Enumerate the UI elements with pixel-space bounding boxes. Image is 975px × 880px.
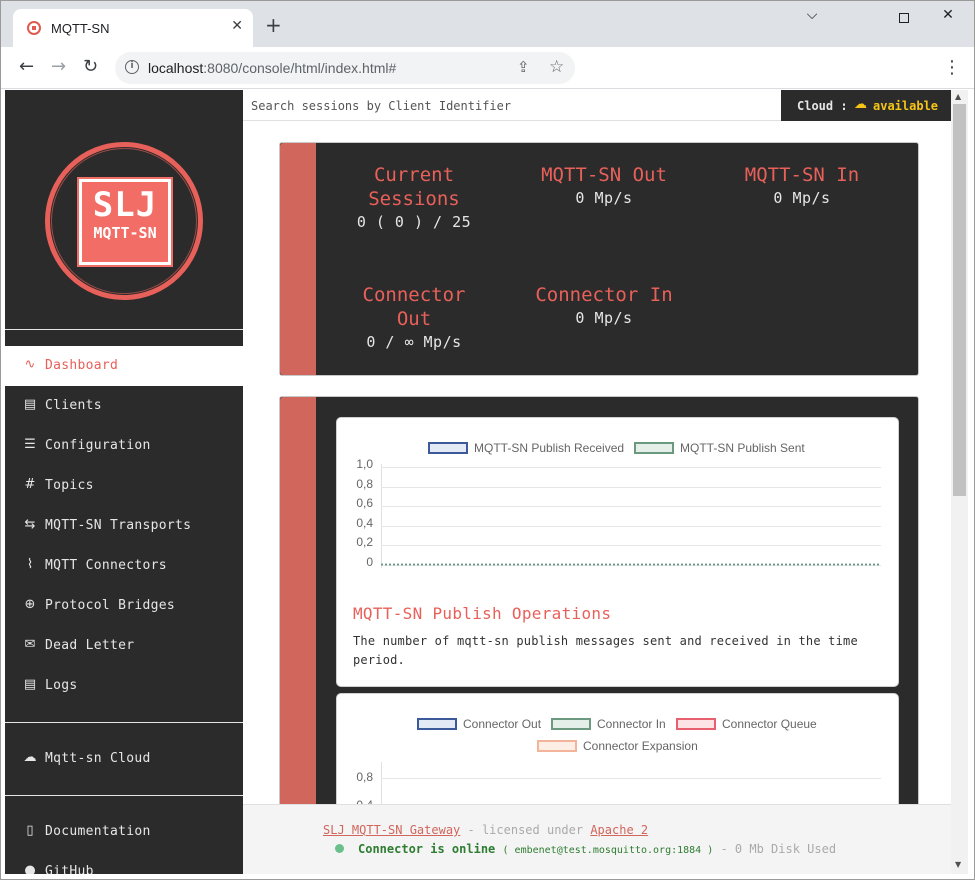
browser-window: MQTT-SN ✕ + ⌵ ✕ ← → ↻ i localhost:8080/c… <box>0 0 975 880</box>
sidebar-item-cloud[interactable]: ☁ Mqtt-sn Cloud <box>5 739 243 779</box>
share-icon[interactable]: ⇪ <box>517 58 530 76</box>
cloud-status: available <box>873 99 939 113</box>
footer-license: SLJ MQTT-SN Gateway - licensed under Apa… <box>323 823 649 837</box>
stat-connector-in: Connector In 0 Mp/s <box>535 284 673 327</box>
forward-arrow-icon[interactable]: → <box>51 57 66 77</box>
scroll-down-arrow-icon[interactable]: ▼ <box>955 860 961 869</box>
scroll-up-arrow-icon[interactable]: ▲ <box>955 92 961 101</box>
hash-icon: # <box>24 477 36 492</box>
sidebar: SLJ MQTT-SN ∿ Dashboard ▤ Clients ☰ Conf… <box>5 90 243 874</box>
broker-address: ( embenet@test.mosquitto.org:1884 ) <box>502 845 714 856</box>
bridge-icon: ⊕ <box>24 597 36 612</box>
address-bar[interactable]: i localhost:8080/console/html/index.html… <box>115 52 575 84</box>
scrollbar-thumb[interactable] <box>953 104 966 496</box>
back-arrow-icon[interactable]: ← <box>19 57 34 77</box>
sidebar-item-transports[interactable]: ⇆ MQTT-SN Transports <box>5 506 243 546</box>
sidebar-divider <box>5 722 243 723</box>
maximize-icon <box>899 13 909 23</box>
close-tab-icon[interactable]: ✕ <box>231 18 243 34</box>
y-tick-label: 0,6 <box>356 496 373 510</box>
search-bar: Cloud : ☁ available <box>243 90 955 121</box>
charts-panel: MQTT-SN Publish Received MQTT-SN Publish… <box>279 396 919 833</box>
sidebar-item-dashboard[interactable]: ∿ Dashboard <box>5 346 243 386</box>
footer-status: Connector is online ( embenet@test.mosqu… <box>335 842 836 856</box>
sidebar-divider <box>5 795 243 796</box>
legend-swatch <box>537 740 577 752</box>
panel-accent <box>280 143 316 375</box>
clients-icon: ▤ <box>23 397 37 412</box>
disk-usage: - 0 Mb Disk Used <box>713 842 837 856</box>
publish-plot <box>381 464 881 568</box>
site-info-icon[interactable]: i <box>125 60 139 74</box>
session-search-input[interactable] <box>251 96 771 116</box>
panel-accent <box>280 397 316 815</box>
legend-swatch <box>676 718 716 730</box>
stat-connector-out: Connector Out 0 / ∞ Mp/s <box>362 284 466 351</box>
close-window-button[interactable]: ✕ <box>933 7 963 31</box>
stat-current-sessions: Current Sessions 0 ( 0 ) / 25 <box>356 164 472 231</box>
browser-toolbar: ← → ↻ i localhost:8080/console/html/inde… <box>1 47 974 89</box>
github-icon: ● <box>24 863 36 874</box>
logo: SLJ MQTT-SN <box>77 177 173 267</box>
sidebar-item-bridges[interactable]: ⊕ Protocol Bridges <box>5 586 243 626</box>
page-scrollbar[interactable]: ▲ ▼ <box>951 90 968 874</box>
stat-mqttsn-out: MQTT-SN Out 0 Mp/s <box>541 164 667 207</box>
y-tick-label: 0,8 <box>356 477 373 491</box>
bookmark-star-icon[interactable]: ☆ <box>549 57 564 77</box>
sidebar-item-dead-letter[interactable]: ✉ Dead Letter <box>5 626 243 666</box>
legend-swatch <box>551 718 591 730</box>
publish-chart-card: MQTT-SN Publish Received MQTT-SN Publish… <box>336 417 899 687</box>
product-link[interactable]: SLJ MQTT-SN Gateway <box>323 823 460 837</box>
url-text[interactable]: localhost:8080/console/html/index.html# <box>148 60 396 76</box>
reload-icon[interactable]: ↻ <box>83 57 98 77</box>
cloud-status-badge: Cloud : ☁ available <box>781 90 955 121</box>
sidebar-item-documentation[interactable]: ▯ Documentation <box>5 812 243 852</box>
connector-icon: ⌇ <box>26 557 34 572</box>
pulse-icon: ∿ <box>24 357 36 372</box>
online-status-dot <box>335 844 344 853</box>
maximize-button[interactable] <box>889 7 919 31</box>
cloud-icon: ☁ <box>854 97 867 112</box>
stat-mqttsn-in: MQTT-SN In 0 Mp/s <box>744 164 860 207</box>
main-content: Cloud : ☁ available Current Sessions 0 (… <box>243 90 955 874</box>
stats-panel: Current Sessions 0 ( 0 ) / 25 MQTT-SN Ou… <box>279 142 919 376</box>
favicon-icon <box>27 21 41 35</box>
footer: SLJ MQTT-SN Gateway - licensed under Apa… <box>243 804 955 874</box>
license-link[interactable]: Apache 2 <box>590 823 648 837</box>
chart-title: MQTT-SN Publish Operations <box>353 604 612 623</box>
tab-title: MQTT-SN <box>51 21 110 36</box>
cloud-icon: ☁ <box>23 750 37 765</box>
sidebar-item-logs[interactable]: ▤ Logs <box>5 666 243 706</box>
new-tab-button[interactable]: + <box>265 15 282 35</box>
logo-area: SLJ MQTT-SN <box>5 90 243 330</box>
sidebar-item-connectors[interactable]: ⌇ MQTT Connectors <box>5 546 243 586</box>
legend-swatch <box>417 718 457 730</box>
transport-icon: ⇆ <box>24 517 36 532</box>
configuration-icon: ☰ <box>24 437 36 452</box>
envelope-icon: ✉ <box>24 637 36 652</box>
y-tick-label: 0,4 <box>356 516 373 530</box>
browser-menu-icon[interactable]: ⋮ <box>943 57 961 78</box>
legend-swatch <box>428 442 468 454</box>
legend-swatch <box>634 442 674 454</box>
chart-description: The number of mqtt-sn publish messages s… <box>353 634 858 667</box>
sidebar-item-github[interactable]: ● GitHub <box>5 852 243 874</box>
y-tick-label: 0,2 <box>356 535 373 549</box>
logs-icon: ▤ <box>23 677 37 692</box>
book-icon: ▯ <box>26 823 34 838</box>
app-viewport: SLJ MQTT-SN ∿ Dashboard ▤ Clients ☰ Conf… <box>5 90 955 874</box>
y-tick-label: 0,8 <box>356 770 373 784</box>
sidebar-item-clients[interactable]: ▤ Clients <box>5 386 243 426</box>
browser-tab[interactable]: MQTT-SN ✕ <box>13 9 253 47</box>
tab-strip: MQTT-SN ✕ + ⌵ ✕ <box>1 1 974 47</box>
connector-status: Connector is online <box>358 842 496 856</box>
sidebar-item-configuration[interactable]: ☰ Configuration <box>5 426 243 466</box>
minimize-button[interactable]: ⌵ <box>797 7 827 31</box>
y-tick-label: 0 <box>366 555 373 569</box>
y-tick-label: 1,0 <box>356 457 373 471</box>
sidebar-item-topics[interactable]: # Topics <box>5 466 243 506</box>
